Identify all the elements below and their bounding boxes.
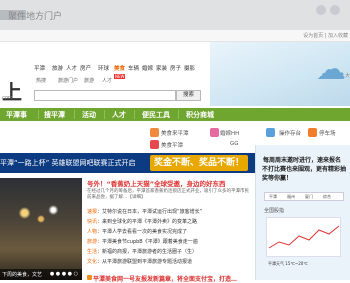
quick-tag[interactable]: 旅游 bbox=[84, 77, 94, 84]
browser-title: 聚件地方门户 bbox=[8, 12, 63, 22]
sub-nav-label[interactable]: 停车场 bbox=[319, 129, 336, 137]
news-tag: 旅游 bbox=[87, 239, 98, 245]
news-item[interactable]: 快讯：来到全球化的平潭《平潭外卖》的变革之路 bbox=[87, 218, 252, 225]
stock-chart[interactable] bbox=[266, 217, 341, 257]
search-button[interactable]: 搜索 bbox=[176, 90, 201, 101]
nav-separator bbox=[104, 110, 105, 119]
headline-badge-icon bbox=[87, 275, 92, 280]
side-label: 大 bbox=[344, 73, 350, 79]
category-item[interactable]: 房子 bbox=[170, 64, 181, 72]
news-tag: 快讯 bbox=[87, 219, 98, 225]
wedding-icon[interactable] bbox=[210, 128, 219, 137]
logo-domain: com bbox=[2, 95, 13, 101]
food-icon[interactable] bbox=[150, 128, 159, 137]
category-item[interactable]: 车辆 bbox=[128, 64, 139, 72]
right-panel-line2: 不打比赛也来围观，更有精彩抽奖等你赢！ bbox=[262, 166, 347, 182]
region-tab[interactable]: 福州 bbox=[287, 194, 295, 200]
app-icon[interactable] bbox=[266, 128, 275, 137]
promo-center-text: 奖金不断、奖品不断！ bbox=[150, 155, 248, 171]
category-item[interactable]: 家装 bbox=[156, 64, 167, 72]
news-item[interactable]: 文化：从平潭旅游联盟到平潭旅游专题活动报道 bbox=[87, 258, 252, 265]
region-tabs: 平潭 福州 厦门 综合 bbox=[264, 192, 344, 201]
category-item[interactable]: 人才 bbox=[66, 64, 77, 72]
sub-nav-label[interactable]: 操作存台 bbox=[279, 129, 301, 137]
food-icon-2[interactable] bbox=[150, 140, 159, 149]
main-nav-item[interactable]: 搜平潭 bbox=[44, 110, 65, 120]
sub-nav-label[interactable]: GG bbox=[230, 141, 239, 147]
main-nav-item[interactable]: 积分商城 bbox=[186, 110, 214, 120]
right-panel-line1: 每周周末邀时进行，速来报名 bbox=[263, 157, 342, 164]
news-item[interactable]: 人物：平潭人学去看看一次的美食实况完成了 bbox=[87, 228, 252, 235]
weather-text: 平潭天气 15℃~20℃ bbox=[268, 261, 308, 266]
news-item-text[interactable]: 艾特尔说在日本，平潭试运行出现“旅客增长” bbox=[102, 209, 202, 215]
news-item[interactable]: 旅游：平潭美食节cupbB《平潭》跟着美食走一遍 bbox=[87, 238, 252, 245]
main-nav-item[interactable]: 便民工具 bbox=[142, 110, 170, 120]
main-nav-item[interactable]: 活动 bbox=[82, 110, 96, 120]
main-nav: 平潭事 搜平潭 活动 人才 便民工具 积分商城 bbox=[0, 108, 350, 121]
news-item[interactable]: 速报：艾特尔说在日本，平潭试运行出现“旅客增长” bbox=[87, 208, 252, 215]
news-headline[interactable]: 号外！“香蕉奶上天猫”全球受邀，身边的好东西 bbox=[87, 178, 252, 188]
top-utility-links[interactable]: 设为首页 | 加入收藏 bbox=[303, 32, 348, 39]
header-banner[interactable]: ☁ 大 bbox=[210, 42, 350, 106]
bottom-headline[interactable]: 平潭美食网一号友报发新篇章，将全面支付宝，打造… bbox=[93, 274, 253, 283]
new-badge: NEW bbox=[114, 74, 126, 79]
browser-titlebar: 聚件地方门户 bbox=[0, 0, 350, 30]
top-utility-bar: 设为首页 | 加入收藏 bbox=[0, 30, 350, 42]
nav-separator bbox=[178, 110, 179, 119]
category-item[interactable]: 摄影 bbox=[184, 64, 195, 72]
news-photo[interactable]: 下周的美食，文艺 ● ● ● ● ○ bbox=[0, 178, 82, 280]
category-item[interactable]: 旅游 bbox=[52, 64, 63, 72]
sub-nav-label[interactable]: 美食来平潭 bbox=[161, 129, 189, 137]
news-summary: 在经过几个月的筹备后，平潭首家香蕉奶连锁店正式开业，吸引了众多的平潭市民前来品尝… bbox=[87, 189, 249, 200]
news-item-text[interactable]: 平潭人学去看看一次的美食实况完成了 bbox=[102, 229, 187, 235]
news-tag: 文化 bbox=[87, 259, 98, 265]
news-item[interactable]: 生活：新福的商报，平潭旅游者的生活圈子（生） bbox=[87, 248, 252, 255]
main-nav-item[interactable]: 平潭事 bbox=[6, 110, 27, 120]
region-tab[interactable]: 综合 bbox=[323, 194, 331, 200]
news-tag: 速报 bbox=[87, 209, 98, 215]
region-tab[interactable]: 平潭 bbox=[269, 194, 277, 200]
news-item-text[interactable]: 从平潭旅游联盟到平潭旅游专题活动报道 bbox=[102, 259, 192, 265]
stock-label: 全国股指 bbox=[264, 208, 285, 214]
news-item-text[interactable]: 平潭美食节cupbB《平潭》跟着美食走一遍 bbox=[102, 239, 198, 245]
close-icon[interactable] bbox=[330, 5, 340, 15]
region-tab[interactable]: 厦门 bbox=[305, 194, 313, 200]
nav-separator bbox=[74, 110, 75, 119]
category-item[interactable]: 平潭 bbox=[34, 64, 45, 72]
quick-tag[interactable]: 人才 bbox=[102, 77, 112, 84]
search-input[interactable] bbox=[34, 90, 176, 101]
sub-nav-label[interactable]: 美食平潭 bbox=[161, 141, 183, 149]
carousel-pager[interactable]: ● ● ● ● ○ bbox=[50, 271, 78, 277]
news-tag: 人物 bbox=[87, 229, 98, 235]
right-panel: 每周周末邀时进行，速来报名 不打比赛也来围观，更有精彩抽奖等你赢！ 平潭 福州 … bbox=[255, 145, 350, 280]
promo-left-text: 平潭“一路上杯” 英雄联盟网吧联赛正式开启 bbox=[0, 159, 136, 167]
sub-nav-label[interactable]: 婚嫁HH bbox=[220, 129, 239, 137]
category-item[interactable]: 环球 bbox=[98, 64, 109, 72]
news-item-text[interactable]: 来到全球化的平潭《平潭外卖》的变革之路 bbox=[102, 219, 197, 225]
main-nav-item[interactable]: 人才 bbox=[112, 110, 126, 120]
minimize-icon[interactable] bbox=[316, 5, 326, 15]
mascot-icon: ☁ bbox=[316, 52, 346, 87]
site-logo[interactable]: 上 com bbox=[2, 76, 32, 104]
quick-tag[interactable]: 旅游门户 bbox=[58, 77, 78, 84]
news-item-text[interactable]: 新福的商报，平潭旅游者的生活圈子（生） bbox=[102, 249, 197, 255]
parking-icon[interactable] bbox=[308, 128, 317, 137]
chart-line bbox=[268, 225, 340, 249]
nav-separator bbox=[38, 110, 39, 119]
category-item[interactable]: 婚嫁 bbox=[142, 64, 153, 72]
nav-separator bbox=[134, 110, 135, 119]
category-item[interactable]: 房产 bbox=[80, 64, 91, 72]
category-item-active[interactable]: 美食 bbox=[114, 64, 125, 72]
photo-scene bbox=[0, 198, 82, 228]
news-tag: 生活 bbox=[87, 249, 98, 255]
quick-tag[interactable]: 热搜 bbox=[36, 77, 46, 84]
